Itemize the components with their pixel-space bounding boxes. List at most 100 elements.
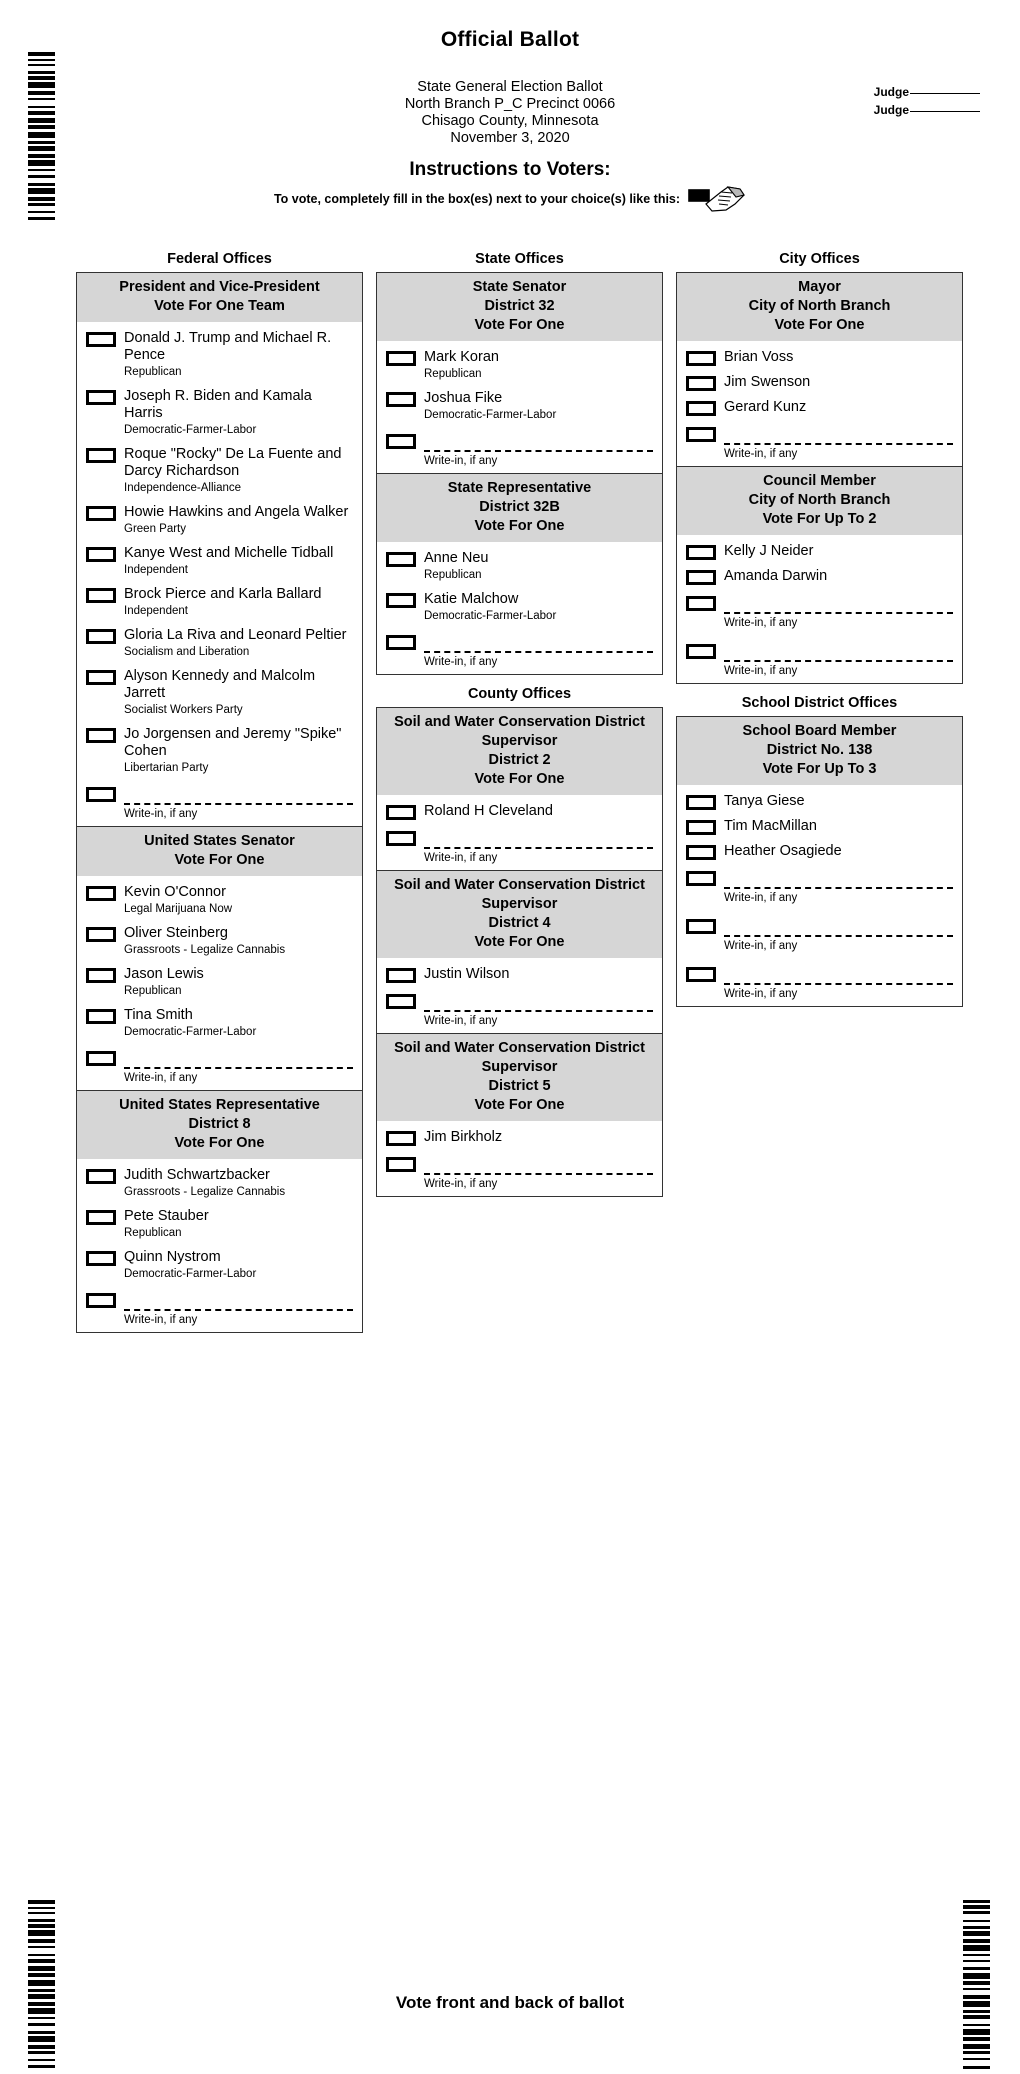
vote-box[interactable] xyxy=(86,390,116,405)
write-in-row[interactable]: Write-in, if any xyxy=(386,820,653,868)
write-in-vote-box[interactable] xyxy=(386,831,416,846)
write-in-vote-box[interactable] xyxy=(386,635,416,650)
choice-row[interactable]: Jim Swenson xyxy=(686,366,953,391)
vote-box[interactable] xyxy=(86,670,116,685)
write-in-line[interactable] xyxy=(424,633,653,653)
write-in-row[interactable]: Write-in, if any xyxy=(386,1146,653,1194)
write-in-vote-box[interactable] xyxy=(86,1051,116,1066)
vote-box[interactable] xyxy=(86,728,116,743)
choice-row[interactable]: Tina Smith Democratic-Farmer-Labor xyxy=(86,999,353,1040)
write-in-row[interactable]: Write-in, if any xyxy=(686,908,953,956)
write-in-vote-box[interactable] xyxy=(686,967,716,982)
write-in-vote-box[interactable] xyxy=(686,596,716,611)
choice-row[interactable]: Oliver Steinberg Grassroots - Legalize Ca… xyxy=(86,917,353,958)
choice-row[interactable]: Katie Malchow Democratic-Farmer-Labor xyxy=(386,583,653,624)
vote-box[interactable] xyxy=(86,588,116,603)
choice-row[interactable]: Tim MacMillan xyxy=(686,810,953,835)
choice-row[interactable]: Howie Hawkins and Angela Walker Green Par… xyxy=(86,496,353,537)
choice-row[interactable]: Gloria La Riva and Leonard Peltier Social… xyxy=(86,619,353,660)
write-in-row[interactable]: Write-in, if any xyxy=(686,416,953,464)
write-in-row[interactable]: Write-in, if any xyxy=(86,1040,353,1088)
write-in-line[interactable] xyxy=(724,869,953,889)
choice-row[interactable]: Kanye West and Michelle Tidball Independe… xyxy=(86,537,353,578)
write-in-vote-box[interactable] xyxy=(686,871,716,886)
choice-row[interactable]: Roland H Cleveland xyxy=(386,795,653,820)
vote-box[interactable] xyxy=(86,927,116,942)
choice-row[interactable]: Joseph R. Biden and Kamala Harris Democra… xyxy=(86,380,353,438)
vote-box[interactable] xyxy=(386,392,416,407)
write-in-row[interactable]: Write-in, if any xyxy=(686,860,953,908)
choice-row[interactable]: Jason Lewis Republican xyxy=(86,958,353,999)
vote-box[interactable] xyxy=(86,629,116,644)
vote-box[interactable] xyxy=(86,1169,116,1184)
choice-row[interactable]: Justin Wilson xyxy=(386,958,653,983)
write-in-vote-box[interactable] xyxy=(386,1157,416,1172)
judge-rule-1[interactable] xyxy=(910,92,980,94)
write-in-line[interactable] xyxy=(424,992,653,1012)
write-in-line[interactable] xyxy=(424,1155,653,1175)
vote-box[interactable] xyxy=(386,1131,416,1146)
vote-box[interactable] xyxy=(686,570,716,585)
vote-box[interactable] xyxy=(86,968,116,983)
vote-box[interactable] xyxy=(686,545,716,560)
vote-box[interactable] xyxy=(386,351,416,366)
write-in-row[interactable]: Write-in, if any xyxy=(386,423,653,471)
judge-rule-2[interactable] xyxy=(910,110,980,112)
write-in-vote-box[interactable] xyxy=(386,434,416,449)
choice-row[interactable]: Brock Pierce and Karla Ballard Independen… xyxy=(86,578,353,619)
write-in-line[interactable] xyxy=(724,594,953,614)
write-in-line[interactable] xyxy=(724,965,953,985)
write-in-vote-box[interactable] xyxy=(86,787,116,802)
write-in-vote-box[interactable] xyxy=(686,919,716,934)
choice-row[interactable]: Jo Jorgensen and Jeremy "Spike" Cohen Lib… xyxy=(86,718,353,776)
vote-box[interactable] xyxy=(386,552,416,567)
choice-row[interactable]: Tanya Giese xyxy=(686,785,953,810)
vote-box[interactable] xyxy=(386,968,416,983)
choice-row[interactable]: Anne Neu Republican xyxy=(386,542,653,583)
vote-box[interactable] xyxy=(686,376,716,391)
vote-box[interactable] xyxy=(86,1009,116,1024)
write-in-line[interactable] xyxy=(724,425,953,445)
write-in-row[interactable]: Write-in, if any xyxy=(686,633,953,681)
write-in-row[interactable]: Write-in, if any xyxy=(86,1282,353,1330)
vote-box[interactable] xyxy=(386,593,416,608)
choice-row[interactable]: Amanda Darwin xyxy=(686,560,953,585)
write-in-line[interactable] xyxy=(724,917,953,937)
write-in-line[interactable] xyxy=(124,1049,353,1069)
write-in-row[interactable]: Write-in, if any xyxy=(386,624,653,672)
vote-box[interactable] xyxy=(686,820,716,835)
write-in-row[interactable]: Write-in, if any xyxy=(686,585,953,633)
choice-row[interactable]: Quinn Nystrom Democratic-Farmer-Labor xyxy=(86,1241,353,1282)
write-in-vote-box[interactable] xyxy=(86,1293,116,1308)
vote-box[interactable] xyxy=(86,332,116,347)
choice-row[interactable]: Jim Birkholz xyxy=(386,1121,653,1146)
choice-row[interactable]: Mark Koran Republican xyxy=(386,341,653,382)
choice-row[interactable]: Alyson Kennedy and Malcolm Jarrett Social… xyxy=(86,660,353,718)
vote-box[interactable] xyxy=(686,351,716,366)
choice-row[interactable]: Heather Osagiede xyxy=(686,835,953,860)
write-in-vote-box[interactable] xyxy=(686,644,716,659)
vote-box[interactable] xyxy=(86,547,116,562)
choice-row[interactable]: Gerard Kunz xyxy=(686,391,953,416)
vote-box[interactable] xyxy=(686,795,716,810)
write-in-row[interactable]: Write-in, if any xyxy=(86,776,353,824)
write-in-line[interactable] xyxy=(724,642,953,662)
write-in-line[interactable] xyxy=(424,829,653,849)
choice-row[interactable]: Donald J. Trump and Michael R. Pence Repu… xyxy=(86,322,353,380)
vote-box[interactable] xyxy=(86,506,116,521)
write-in-row[interactable]: Write-in, if any xyxy=(686,956,953,1004)
vote-box[interactable] xyxy=(686,401,716,416)
vote-box[interactable] xyxy=(86,1251,116,1266)
write-in-line[interactable] xyxy=(124,1291,353,1311)
choice-row[interactable]: Judith Schwartzbacker Grassroots - Legali… xyxy=(86,1159,353,1200)
choice-row[interactable]: Roque "Rocky" De La Fuente and Darcy Ric… xyxy=(86,438,353,496)
vote-box[interactable] xyxy=(86,1210,116,1225)
write-in-row[interactable]: Write-in, if any xyxy=(386,983,653,1031)
vote-box[interactable] xyxy=(86,448,116,463)
write-in-vote-box[interactable] xyxy=(686,427,716,442)
choice-row[interactable]: Brian Voss xyxy=(686,341,953,366)
choice-row[interactable]: Kevin O'Connor Legal Marijuana Now xyxy=(86,876,353,917)
write-in-line[interactable] xyxy=(124,785,353,805)
vote-box[interactable] xyxy=(386,805,416,820)
write-in-vote-box[interactable] xyxy=(386,994,416,1009)
